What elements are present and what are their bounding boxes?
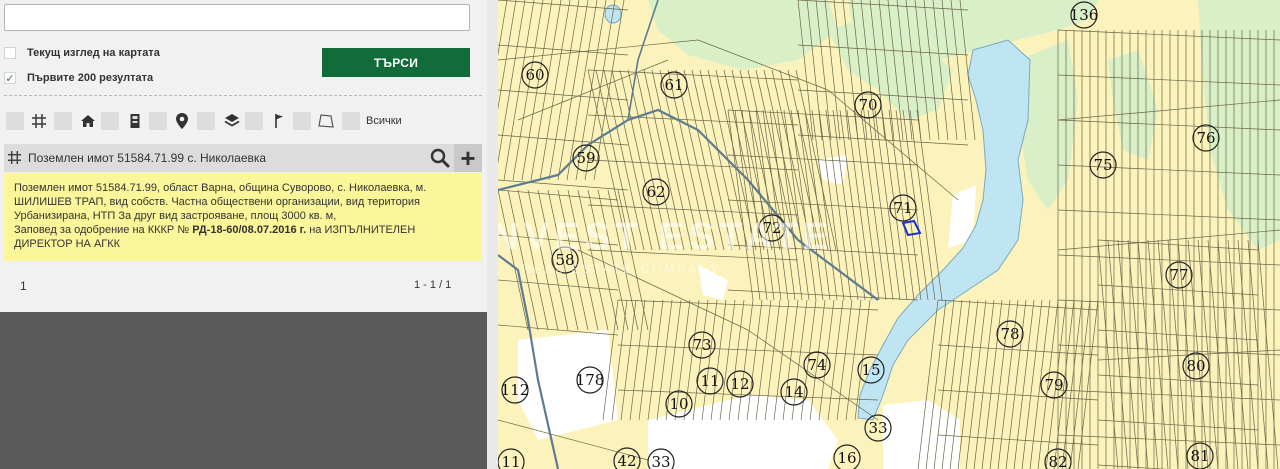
plot-label: 71: [893, 199, 912, 217]
filter-checkbox[interactable]: [149, 112, 167, 130]
search-input[interactable]: [4, 4, 470, 31]
flag-icon[interactable]: [269, 111, 289, 131]
location-pin-icon[interactable]: [172, 111, 192, 131]
plot-label: 136: [1070, 6, 1099, 24]
plot-label: 178: [576, 371, 605, 389]
filter-checkbox[interactable]: [6, 112, 24, 130]
filter-checkbox[interactable]: [101, 112, 119, 130]
filter-checkbox[interactable]: [245, 112, 263, 130]
plot-label: 10: [669, 395, 688, 413]
pager-page[interactable]: 1: [20, 279, 27, 293]
plot-label: 75: [1093, 156, 1112, 174]
grid-icon[interactable]: [29, 111, 49, 131]
filter-checkbox[interactable]: [342, 112, 360, 130]
current-view-option[interactable]: Текущ изглед на картата: [4, 45, 160, 61]
plot-label: 61: [664, 76, 683, 94]
current-view-checkbox[interactable]: [4, 47, 16, 59]
plot-label: 15: [861, 361, 880, 379]
first-200-label: Първите 200 резултата: [27, 72, 154, 84]
plot-label: 12: [730, 375, 749, 393]
result-desc-part1: Поземлен имот 51584.71.99, област Варна,…: [14, 182, 427, 222]
plot-label: 74: [807, 356, 826, 374]
search-button[interactable]: ТЪРСИ: [322, 48, 470, 77]
plot-label: 11: [501, 453, 520, 469]
home-icon[interactable]: [78, 111, 98, 131]
filter-checkbox[interactable]: [54, 112, 72, 130]
divider: [4, 95, 482, 96]
result-order-ref: РД-18-60/08.07.2016 г.: [192, 224, 307, 236]
plot-label: 112: [501, 381, 530, 399]
plot-label: 33: [651, 453, 670, 469]
plot-label: 14: [784, 383, 803, 401]
plot-label: 62: [646, 183, 665, 201]
building-icon[interactable]: [125, 111, 145, 131]
result-description: Поземлен имот 51584.71.99, област Варна,…: [4, 173, 482, 261]
polygon-icon[interactable]: [316, 111, 336, 131]
plot-label: 70: [858, 96, 877, 114]
pager-range: 1 - 1 / 1: [414, 279, 452, 291]
plot-label: 79: [1044, 376, 1063, 394]
filter-checkbox[interactable]: [293, 112, 311, 130]
plot-label: 82: [1048, 453, 1067, 469]
plot-label: 76: [1196, 129, 1215, 147]
result-desc-part2: Заповед за одобрение на КККР №: [14, 224, 190, 236]
plot-label: 59: [576, 149, 595, 167]
search-panel: Текущ изглед на картата ✓ Първите 200 ре…: [0, 0, 487, 312]
plot-label: 11: [700, 372, 719, 390]
plot-label: 77: [1169, 266, 1188, 284]
plot-label: 73: [692, 336, 711, 354]
plot-label: 42: [617, 452, 636, 469]
result-title[interactable]: Поземлен имот 51584.71.99 с. Николаевка: [28, 151, 266, 165]
grid-icon: [8, 151, 21, 167]
plot-label: 80: [1186, 357, 1205, 375]
panel-splitter[interactable]: [487, 0, 498, 469]
watermark-logo: INVEST ESTATE: [498, 216, 834, 258]
plot-label: 60: [525, 66, 544, 84]
add-icon[interactable]: +: [454, 144, 482, 172]
plot-label: 33: [868, 419, 887, 437]
layers-icon[interactable]: [222, 111, 242, 131]
map-canvas[interactable]: 136 60 61 70 76 75 59 62 71 72 58 77 78 73 74 15 80 79 112…: [498, 0, 1280, 469]
plot-label: 78: [1000, 325, 1019, 343]
watermark-tagline: REAL ESTATE COMPANY: [522, 262, 722, 276]
first-200-option[interactable]: ✓ Първите 200 резултата: [4, 70, 153, 86]
result-header[interactable]: Поземлен имот 51584.71.99 с. Николаевка …: [4, 144, 482, 172]
plot-label: 16: [837, 449, 856, 467]
filter-checkbox[interactable]: [197, 112, 215, 130]
current-view-label: Текущ изглед на картата: [27, 47, 160, 59]
filter-all-label: Всички: [366, 115, 402, 127]
zoom-to-icon[interactable]: [427, 146, 453, 170]
filter-bar: Всички: [0, 109, 487, 133]
first-200-checkbox[interactable]: ✓: [4, 72, 16, 85]
plot-label: 81: [1190, 447, 1209, 465]
left-panel: Текущ изглед на картата ✓ Първите 200 ре…: [0, 0, 487, 469]
